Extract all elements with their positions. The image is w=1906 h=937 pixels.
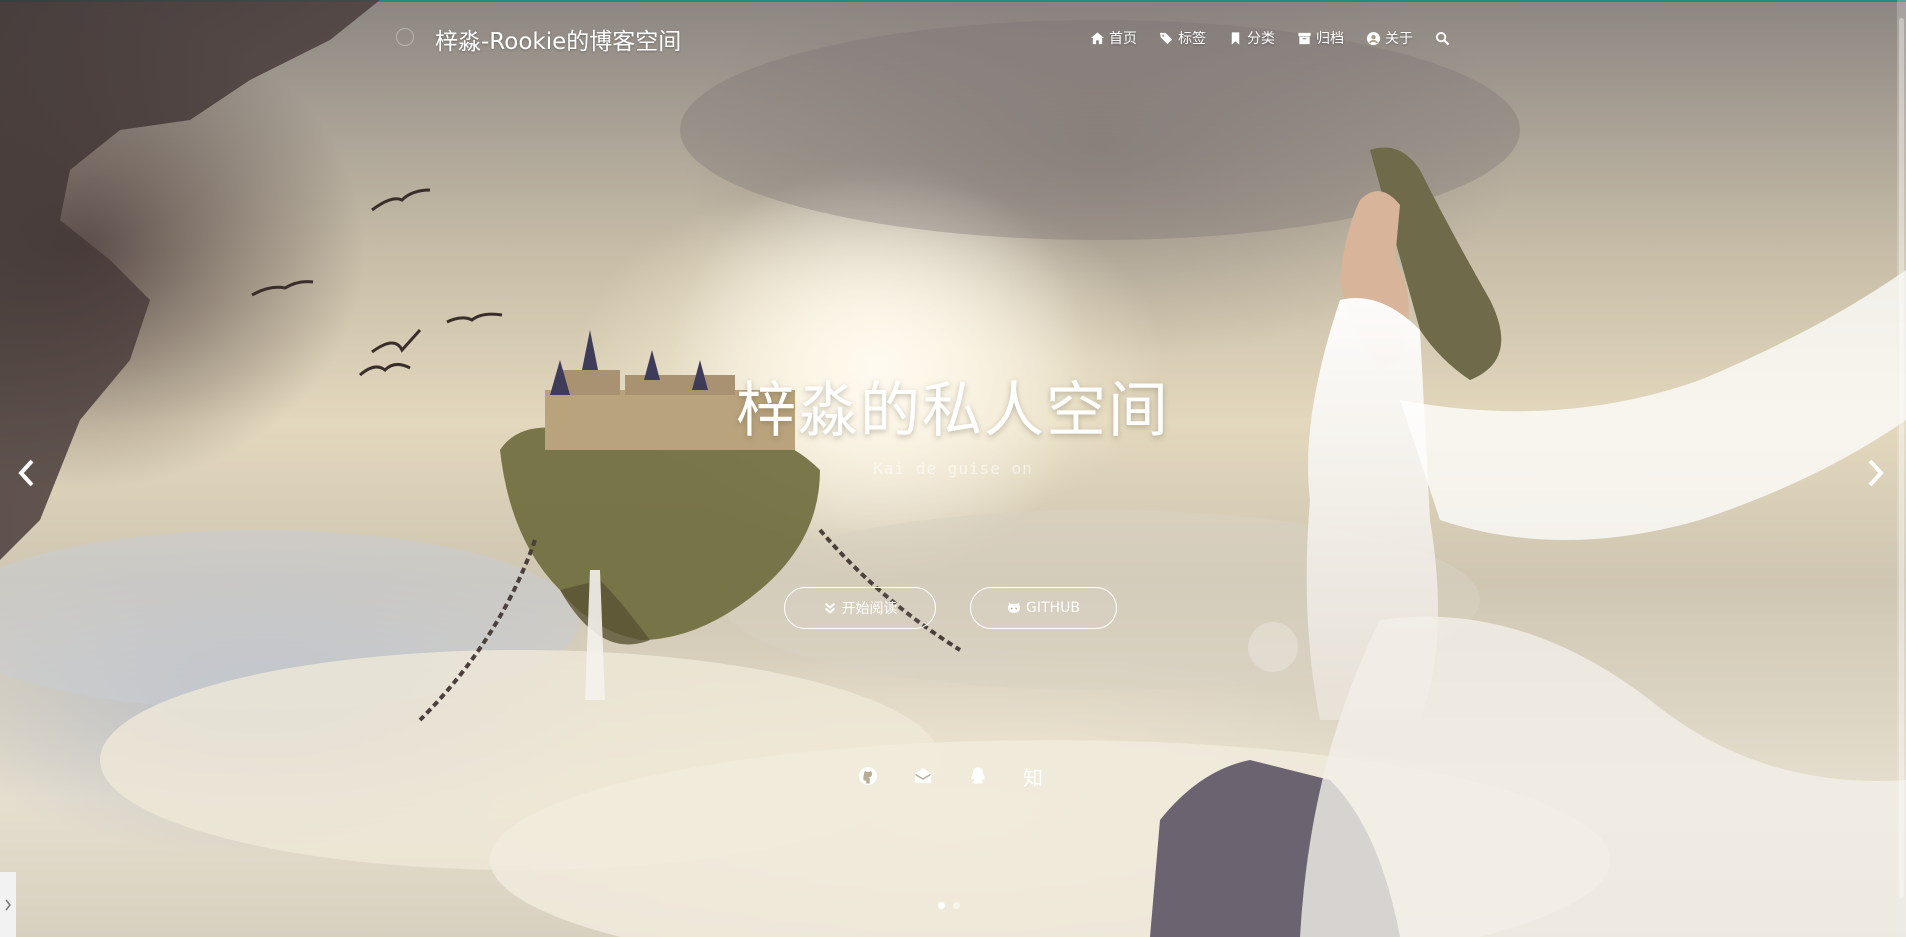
envelope-open-icon bbox=[915, 768, 931, 783]
search-icon bbox=[1435, 31, 1450, 45]
social-github-link[interactable] bbox=[856, 764, 880, 788]
zhihu-icon: 知 bbox=[1023, 765, 1043, 790]
social-qq-link[interactable] bbox=[966, 764, 990, 788]
qq-penguin-icon bbox=[971, 767, 985, 784]
social-links: 知 bbox=[856, 764, 1045, 790]
chevron-right-small-icon bbox=[5, 899, 11, 910]
github-icon bbox=[859, 767, 877, 785]
chevron-right-icon bbox=[1868, 459, 1884, 487]
brand-logo-icon[interactable] bbox=[396, 28, 414, 46]
hero-title: 梓淼的私人空间 bbox=[736, 376, 1170, 446]
hero-banner: 梓淼-Rookie的博客空间 首页 标签 分类 归档 关于 梓淼的私人空间 Ka… bbox=[0, 0, 1906, 937]
nav-item-label: 首页 bbox=[1109, 31, 1137, 47]
user-circle-icon bbox=[1366, 31, 1381, 45]
tags-icon bbox=[1159, 32, 1173, 44]
carousel-next-button[interactable] bbox=[1860, 455, 1890, 491]
hero-subtitle: Kai de guise on bbox=[873, 459, 1033, 478]
social-email-link[interactable] bbox=[911, 764, 935, 788]
side-panel-toggle[interactable] bbox=[0, 872, 16, 937]
social-zhihu-link[interactable]: 知 bbox=[1021, 764, 1045, 790]
github-label: GITHUB bbox=[1026, 600, 1080, 616]
nav-menu: 首页 标签 分类 归档 关于 bbox=[1090, 26, 1450, 50]
top-navbar: 梓淼-Rookie的博客空间 首页 标签 分类 归档 关于 bbox=[0, 0, 1906, 76]
double-chevron-down-icon bbox=[824, 602, 835, 614]
nav-item-label: 归档 bbox=[1316, 31, 1344, 47]
archive-icon bbox=[1298, 32, 1311, 44]
nav-item-about[interactable]: 关于 bbox=[1366, 28, 1413, 48]
search-button[interactable] bbox=[1435, 31, 1450, 46]
carousel-dot-1[interactable] bbox=[938, 902, 945, 909]
github-button[interactable]: GITHUB bbox=[970, 587, 1117, 629]
bookmark-icon bbox=[1231, 31, 1240, 45]
nav-item-label: 分类 bbox=[1247, 31, 1275, 47]
chevron-left-icon bbox=[18, 459, 34, 487]
start-reading-label: 开始阅读 bbox=[841, 601, 898, 617]
github-cat-icon bbox=[1007, 602, 1021, 613]
home-icon bbox=[1090, 31, 1105, 44]
nav-item-archive[interactable]: 归档 bbox=[1297, 28, 1344, 48]
carousel-dot-2[interactable] bbox=[953, 902, 960, 909]
nav-item-label: 标签 bbox=[1178, 31, 1206, 47]
carousel-prev-button[interactable] bbox=[12, 455, 42, 491]
scrollbar-thumb[interactable] bbox=[1899, 18, 1904, 898]
carousel-indicators bbox=[938, 902, 960, 909]
nav-item-label: 关于 bbox=[1385, 31, 1413, 47]
start-reading-button[interactable]: 开始阅读 bbox=[784, 587, 936, 629]
nav-item-home[interactable]: 首页 bbox=[1090, 28, 1137, 48]
site-brand-title[interactable]: 梓淼-Rookie的博客空间 bbox=[435, 22, 681, 56]
nav-item-categories[interactable]: 分类 bbox=[1228, 28, 1275, 48]
nav-item-tags[interactable]: 标签 bbox=[1159, 28, 1206, 48]
